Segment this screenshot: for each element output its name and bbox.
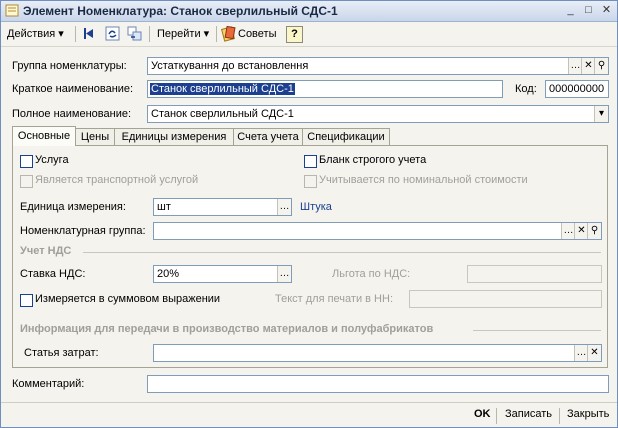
print-text-label: Текст для печати в НН:	[275, 293, 393, 305]
code-value: 000000000	[549, 83, 605, 95]
toolbar-separator	[216, 26, 217, 42]
tab-accounts[interactable]: Счета учета	[233, 128, 303, 145]
production-section-title: Информация для передачи в производство м…	[20, 323, 434, 335]
nom-group-label: Номенклатурная группа:	[20, 225, 146, 237]
vat-rate-select-button[interactable]: …	[277, 266, 291, 282]
help-button[interactable]: ?	[286, 26, 303, 43]
strict-form-label: Бланк строгого учета	[319, 154, 427, 166]
sum-expression-label: Измеряется в суммовом выражении	[35, 293, 221, 305]
unit-field[interactable]: шт …	[153, 198, 292, 216]
maximize-button[interactable]: □	[581, 4, 596, 17]
tips-icon[interactable]	[220, 25, 237, 42]
minimize-button[interactable]: _	[563, 4, 578, 17]
toolbar-separator	[149, 26, 150, 42]
full-name-value: Станок сверлильный СДС-1	[151, 108, 294, 120]
footer-separator	[559, 408, 560, 424]
service-checkbox[interactable]	[20, 155, 33, 168]
group-value: Устаткування до встановлення	[151, 60, 309, 72]
nominal-label: Учитывается по номинальной стоимости	[319, 174, 528, 186]
close-window-button[interactable]: ✕	[599, 4, 614, 17]
code-label: Код:	[515, 83, 537, 95]
footer-bar: OK Записать Закрыть	[1, 402, 617, 428]
document-icon	[5, 4, 19, 17]
group-label: Группа номенклатуры:	[12, 60, 127, 72]
nom-group-clear-icon[interactable]: ✕	[574, 223, 588, 239]
tips-button[interactable]: Советы	[238, 25, 276, 43]
comment-input[interactable]	[147, 375, 609, 393]
code-input[interactable]: 000000000	[545, 80, 609, 98]
nominal-checkbox[interactable]	[304, 175, 317, 188]
tab-units[interactable]: Единицы измерения	[114, 128, 234, 145]
unit-select-button[interactable]: …	[277, 199, 291, 215]
vat-rate-label: Ставка НДС:	[20, 268, 86, 280]
vat-section-title: Учет НДС	[20, 245, 72, 257]
tab-specifications[interactable]: Спецификации	[302, 128, 390, 145]
window-title: Элемент Номенклатура: Станок сверлильный…	[23, 4, 338, 18]
cost-item-select-button[interactable]: …	[574, 345, 588, 361]
strict-form-checkbox[interactable]	[304, 155, 317, 168]
actions-menu[interactable]: Действия ▾	[7, 25, 64, 43]
service-label: Услуга	[35, 154, 69, 166]
vat-rate-field[interactable]: 20% …	[153, 265, 292, 283]
full-name-label: Полное наименование:	[12, 108, 132, 120]
structure-icon[interactable]	[126, 25, 143, 42]
tab-basic[interactable]: Основные	[12, 126, 76, 146]
nom-group-field[interactable]: … ✕ ⚲	[153, 222, 602, 240]
comment-label: Комментарий:	[12, 378, 85, 390]
close-button[interactable]: Закрыть	[567, 408, 609, 420]
cost-item-label: Статья затрат:	[24, 347, 99, 359]
unit-value: шт	[157, 201, 171, 213]
short-name-input[interactable]: Станок сверлильный СДС-1	[147, 80, 503, 98]
tab-panel-basic: Услуга Является транспортной услугой Бла…	[12, 145, 608, 368]
tab-prices[interactable]: Цены	[75, 128, 115, 145]
refresh-icon[interactable]	[104, 25, 121, 42]
production-section-divider	[473, 330, 601, 331]
footer-separator	[496, 408, 497, 424]
full-name-input[interactable]: Станок сверлильный СДС-1 ▾	[147, 105, 609, 123]
group-clear-icon[interactable]: ✕	[581, 58, 595, 74]
print-text-field[interactable]	[409, 290, 602, 308]
short-name-value: Станок сверлильный СДС-1	[150, 83, 295, 95]
item-window: Элемент Номенклатура: Станок сверлильный…	[0, 0, 618, 428]
nom-group-open-icon[interactable]: ⚲	[587, 223, 601, 239]
transport-checkbox[interactable]	[20, 175, 33, 188]
cost-item-field[interactable]: … ✕	[153, 344, 602, 362]
short-name-label: Краткое наименование:	[12, 83, 134, 95]
sum-expression-checkbox[interactable]	[20, 294, 33, 307]
vat-benefit-label: Льгота по НДС:	[332, 268, 411, 280]
vat-benefit-field[interactable]	[467, 265, 602, 283]
toolbar: Действия ▾ Перейти ▾ Советы ?	[1, 22, 617, 47]
cost-item-clear-icon[interactable]: ✕	[587, 345, 601, 361]
ok-button[interactable]: OK	[474, 408, 491, 420]
group-field[interactable]: Устаткування до встановлення … ✕ ⚲	[147, 57, 609, 75]
title-bar: Элемент Номенклатура: Станок сверлильный…	[1, 1, 617, 22]
toolbar-separator	[75, 26, 76, 42]
vat-section-divider	[83, 252, 601, 253]
group-open-icon[interactable]: ⚲	[594, 58, 608, 74]
unit-full-name-link[interactable]: Штука	[300, 201, 332, 213]
transport-label: Является транспортной услугой	[35, 174, 199, 186]
vat-rate-value: 20%	[157, 268, 180, 280]
write-button[interactable]: Записать	[505, 408, 552, 420]
unit-label: Единица измерения:	[20, 201, 126, 213]
nom-group-select-button[interactable]: …	[561, 223, 575, 239]
group-select-button[interactable]: …	[568, 58, 582, 74]
back-arrow-icon[interactable]	[81, 25, 98, 42]
chevron-down-icon[interactable]: ▾	[594, 106, 608, 122]
goto-menu[interactable]: Перейти ▾	[157, 25, 209, 43]
